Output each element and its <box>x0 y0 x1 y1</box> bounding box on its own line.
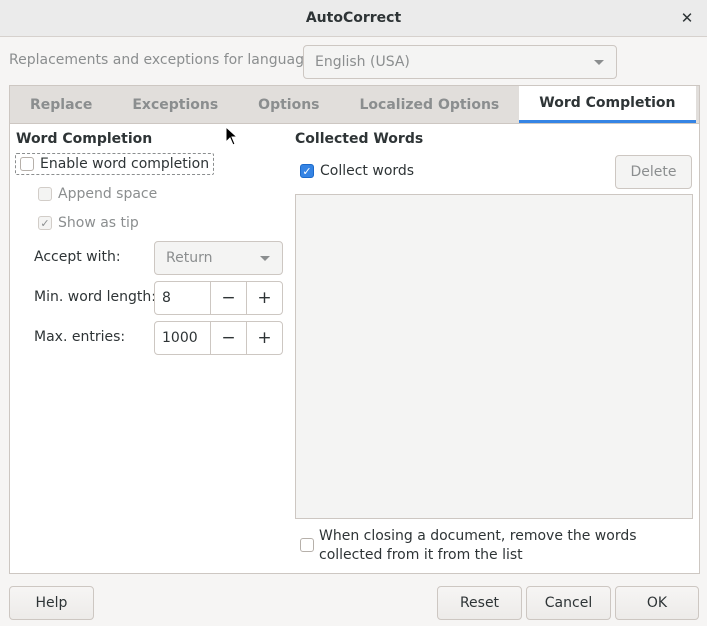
max-entries-label: Max. entries: <box>34 329 126 345</box>
title-bar: AutoCorrect ✕ <box>0 0 707 37</box>
close-icon: ✕ <box>680 9 694 27</box>
show-as-tip-checkbox[interactable]: ✓ Show as tip <box>38 215 139 231</box>
cancel-button[interactable]: Cancel <box>526 586 611 620</box>
show-as-tip-label: Show as tip <box>58 215 139 231</box>
tab-exceptions[interactable]: Exceptions <box>112 86 238 123</box>
help-button[interactable]: Help <box>9 586 94 620</box>
reset-button[interactable]: Reset <box>437 586 522 620</box>
min-word-length-input[interactable]: 8 <box>155 282 210 314</box>
collected-words-list[interactable] <box>295 194 693 519</box>
collect-words-checkbox[interactable]: ✓ Collect words <box>300 163 414 179</box>
language-value: English (USA) <box>315 54 410 70</box>
plus-icon[interactable]: + <box>246 282 282 314</box>
minus-icon[interactable]: − <box>210 282 246 314</box>
tab-word-completion[interactable]: Word Completion <box>519 86 696 123</box>
accept-with-label: Accept with: <box>34 249 121 265</box>
tab-panel: Replace Exceptions Options Localized Opt… <box>9 85 700 574</box>
window-title: AutoCorrect <box>305 10 402 26</box>
plus-icon[interactable]: + <box>246 322 282 354</box>
remove-collected-words-checkbox[interactable] <box>300 538 320 552</box>
accept-with-select[interactable]: Return <box>154 241 283 275</box>
min-word-length-stepper[interactable]: 8 − + <box>154 281 283 315</box>
checkbox-icon <box>20 157 34 171</box>
collect-words-label: Collect words <box>320 163 415 179</box>
language-select[interactable]: English (USA) <box>303 45 617 79</box>
tab-replace[interactable]: Replace <box>10 86 112 123</box>
min-word-length-label: Min. word length: <box>34 289 156 305</box>
tab-bar: Replace Exceptions Options Localized Opt… <box>10 86 699 124</box>
language-label: Replacements and exceptions for language… <box>9 52 318 68</box>
max-entries-stepper[interactable]: 1000 − + <box>154 321 283 355</box>
close-button[interactable]: ✕ <box>677 8 697 28</box>
tab-localized-options[interactable]: Localized Options <box>340 86 520 123</box>
max-entries-input[interactable]: 1000 <box>155 322 210 354</box>
delete-button[interactable]: Delete <box>615 155 692 189</box>
enable-word-completion-checkbox[interactable]: Enable word completion <box>15 153 215 175</box>
ok-button[interactable]: OK <box>615 586 699 620</box>
checkbox-icon <box>300 538 314 552</box>
checkbox-icon <box>38 187 52 201</box>
collected-words-heading: Collected Words <box>295 131 424 147</box>
tab-options[interactable]: Options <box>238 86 339 123</box>
minus-icon[interactable]: − <box>210 322 246 354</box>
chevron-down-icon <box>260 256 270 261</box>
accept-with-value: Return <box>166 250 213 266</box>
append-space-label: Append space <box>58 186 158 202</box>
checkmark-icon: ✓ <box>300 164 314 178</box>
word-completion-heading: Word Completion <box>16 131 153 147</box>
checkmark-icon: ✓ <box>38 216 52 230</box>
mouse-pointer-icon <box>225 126 239 146</box>
enable-word-completion-label: Enable word completion <box>40 156 210 172</box>
append-space-checkbox[interactable]: Append space <box>38 186 157 202</box>
chevron-down-icon <box>594 60 604 65</box>
remove-collected-words-label: When closing a document, remove the word… <box>319 528 637 563</box>
